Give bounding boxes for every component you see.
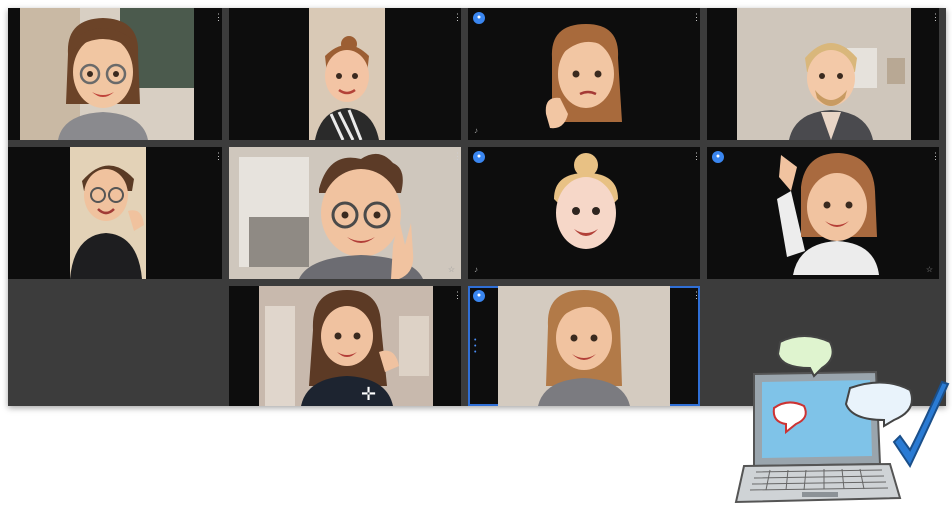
participant-tile[interactable]: ✛ ⋮ bbox=[229, 286, 461, 406]
more-options-icon[interactable]: ⋮ bbox=[931, 12, 939, 22]
active-speaker-tile[interactable]: ● • • • ⋮ bbox=[468, 286, 700, 406]
more-options-icon[interactable]: ⋮ bbox=[214, 12, 222, 22]
more-options-icon[interactable]: ⋮ bbox=[692, 290, 700, 300]
participant-tile[interactable]: ⋮ bbox=[8, 147, 222, 279]
mic-icon: ♪ bbox=[474, 126, 478, 135]
memoji-avatar bbox=[545, 24, 622, 129]
memoji-avatar bbox=[554, 153, 618, 249]
more-options-icon[interactable]: ⋮ bbox=[453, 151, 461, 161]
memoji-avatar bbox=[58, 18, 148, 140]
memoji-avatar bbox=[301, 290, 399, 406]
memoji-avatar bbox=[777, 153, 879, 275]
memoji-avatar bbox=[789, 43, 873, 140]
pin-icon: ☆ bbox=[447, 265, 455, 274]
camera-badge-icon: ● bbox=[712, 151, 724, 163]
camera-badge-icon: ● bbox=[473, 151, 485, 163]
participant-tile[interactable]: ● ☆ ⋮ bbox=[707, 147, 939, 279]
participant-tile[interactable]: ● ♪ ⋮ bbox=[468, 147, 700, 279]
mic-icon: ♪ bbox=[474, 265, 478, 274]
participant-tile[interactable]: ☆ ⋮ bbox=[229, 147, 461, 279]
memoji-avatar bbox=[538, 290, 630, 406]
memoji-avatar bbox=[70, 165, 144, 279]
participant-tile[interactable]: ⋮ bbox=[8, 8, 222, 140]
more-options-icon[interactable]: ⋮ bbox=[214, 151, 222, 161]
pin-icon: ☆ bbox=[925, 265, 933, 274]
more-options-icon[interactable]: ⋮ bbox=[692, 151, 700, 161]
more-options-icon[interactable]: ⋮ bbox=[453, 290, 461, 300]
participant-tile[interactable]: ⋮ bbox=[707, 8, 939, 140]
memoji-avatar bbox=[315, 36, 379, 140]
participant-tile[interactable]: ● ♪ ⋮ bbox=[468, 8, 700, 140]
memoji-avatar bbox=[299, 153, 423, 279]
laptop-chat-illustration bbox=[734, 335, 950, 504]
more-options-icon[interactable]: ⋮ bbox=[931, 151, 939, 161]
more-options-icon[interactable]: ⋮ bbox=[453, 12, 461, 22]
options-dots-icon[interactable]: • • • bbox=[474, 337, 477, 356]
camera-badge-icon: ● bbox=[473, 290, 485, 302]
more-options-icon[interactable]: ⋮ bbox=[692, 12, 700, 22]
participant-tile[interactable]: ⋮ bbox=[229, 8, 461, 140]
cross-pendant-icon: ✛ bbox=[361, 384, 377, 404]
camera-badge-icon: ● bbox=[473, 12, 485, 24]
